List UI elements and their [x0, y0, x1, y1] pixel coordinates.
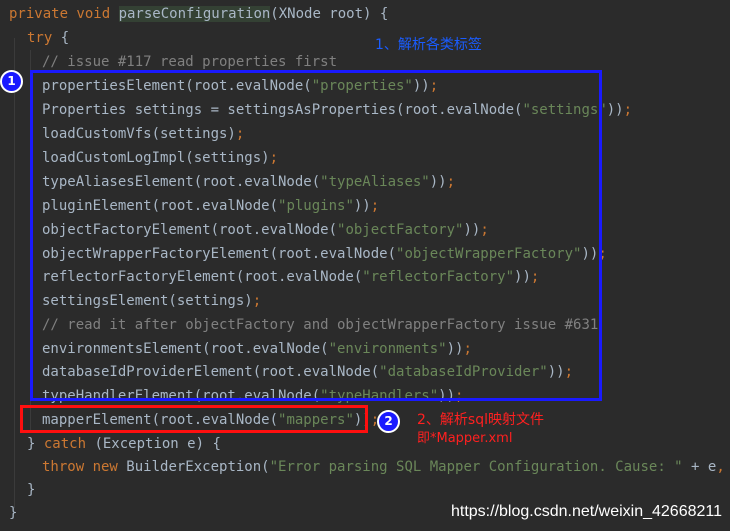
- code-line-22: }: [9, 505, 18, 521]
- highlight-box-mapper-element: [20, 405, 368, 433]
- code-line-19: } catch (Exception e) {: [27, 436, 221, 452]
- keyword: catch: [43, 436, 87, 452]
- code-line-21: }: [27, 482, 36, 498]
- keyword: throw new: [42, 459, 127, 475]
- annotation-parse-mapper-line1: 2、解析sql映射文件: [417, 412, 544, 428]
- code-line-2: try {: [27, 27, 69, 49]
- code-line-20: throw new BuilderException("Error parsin…: [42, 459, 725, 475]
- indent-guide: [14, 38, 15, 508]
- code-comment: // issue #117 read properties first: [42, 54, 338, 70]
- highlight-box-parse-tags: [30, 70, 602, 401]
- method-name: parseConfiguration: [118, 6, 271, 22]
- annotation-parse-mapper-line2: 即*Mapper.xml: [417, 431, 513, 446]
- string-literal: "Error parsing SQL Mapper Configuration.…: [269, 459, 683, 475]
- code-line-1: private void parseConfiguration(XNode ro…: [9, 3, 388, 25]
- keyword: try: [27, 30, 53, 46]
- watermark-url: https://blog.csdn.net/weixin_42668211: [450, 503, 722, 520]
- step-badge-1: 1: [0, 70, 23, 93]
- code-text: (XNode root) {: [270, 6, 389, 22]
- annotation-parse-tags: 1、解析各类标签: [375, 37, 482, 53]
- code-text: {: [52, 30, 70, 46]
- keyword: private void: [9, 6, 119, 22]
- step-badge-2: 2: [377, 410, 400, 433]
